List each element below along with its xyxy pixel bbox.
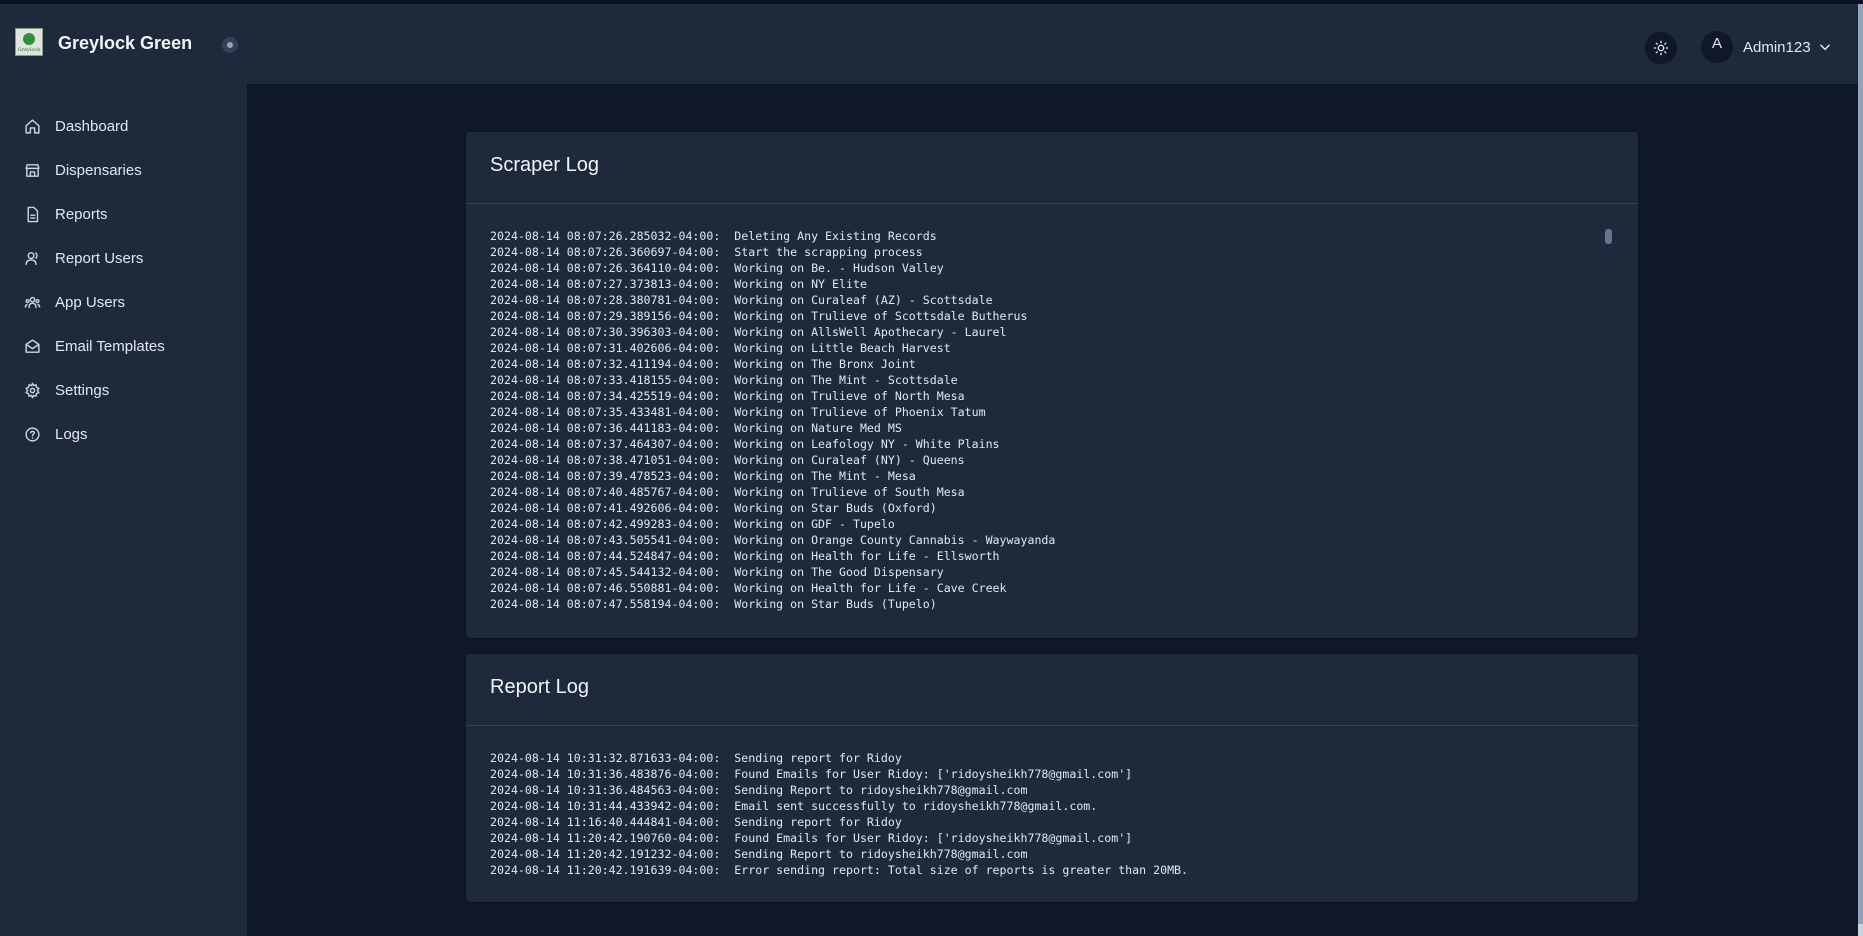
log-line: 2024-08-14 08:07:47.558194-04:00: Workin… [490,597,937,611]
log-line: 2024-08-14 08:07:28.380781-04:00: Workin… [490,293,993,307]
log-line: 2024-08-14 08:07:32.411194-04:00: Workin… [490,357,916,371]
chevron-down-icon[interactable] [1818,40,1832,54]
gear-icon [25,382,40,398]
sidebar-toggle-button[interactable] [222,37,238,53]
theme-toggle-button[interactable] [1645,32,1677,64]
toggle-dot-icon [227,42,233,48]
sun-icon [1653,40,1669,56]
log-line: 2024-08-14 08:07:26.364110-04:00: Workin… [490,261,944,275]
log-line: 2024-08-14 08:07:45.544132-04:00: Workin… [490,565,944,579]
sidebar-item-dashboard[interactable]: Dashboard [24,114,128,138]
envelope-icon [25,338,40,353]
card-divider [466,725,1638,726]
log-line: 2024-08-14 08:07:36.441183-04:00: Workin… [490,421,902,435]
user-menu-name[interactable]: Admin123 [1743,39,1811,56]
log-line: 2024-08-14 08:07:30.396303-04:00: Workin… [490,325,1007,339]
home-icon [25,118,40,134]
log-line: 2024-08-14 08:07:44.524847-04:00: Workin… [490,549,1000,563]
report-log-title: Report Log [490,676,589,698]
log-line: 2024-08-14 08:07:33.418155-04:00: Workin… [490,373,958,387]
log-line: 2024-08-14 11:20:42.191639-04:00: Error … [490,863,1189,877]
sidebar-item-label: App Users [55,293,126,311]
log-line: 2024-08-14 08:07:43.505541-04:00: Workin… [490,533,1056,547]
log-line: 2024-08-14 08:07:34.425519-04:00: Workin… [490,389,965,403]
store-icon [25,163,40,177]
scraper-log-content[interactable]: 2024-08-14 08:07:26.285032-04:00: Deleti… [490,228,1598,612]
sidebar-item-report-users[interactable]: Report Users [24,246,143,270]
log-line: 2024-08-14 11:16:40.444841-04:00: Sendin… [490,815,902,829]
document-icon [27,206,39,222]
report-log-card: Report Log 2024-08-14 10:31:32.871633-04… [466,654,1638,902]
log-line: 2024-08-14 08:07:41.492606-04:00: Workin… [490,501,937,515]
logo-mark-icon [23,33,35,45]
sidebar: Dashboard Dispensaries Reports Report Us… [0,84,247,936]
log-line: 2024-08-14 11:20:42.191232-04:00: Sendin… [490,847,1028,861]
sidebar-item-label: Email Templates [55,337,165,355]
user-avatar[interactable]: A [1701,31,1733,63]
log-line: 2024-08-14 08:07:26.360697-04:00: Start … [490,245,923,259]
sidebar-item-settings[interactable]: Settings [24,378,109,402]
log-line: 2024-08-14 10:31:44.433942-04:00: Email … [490,799,1098,813]
help-circle-icon [25,426,40,442]
card-divider [466,203,1638,204]
brand-logo[interactable]: Greylock [15,28,43,56]
report-log-content[interactable]: 2024-08-14 10:31:32.871633-04:00: Sendin… [490,750,1598,878]
log-line: 2024-08-14 08:07:29.389156-04:00: Workin… [490,309,1028,323]
log-line: 2024-08-14 08:07:26.285032-04:00: Deleti… [490,229,937,243]
log-line: 2024-08-14 08:07:27.373813-04:00: Workin… [490,277,867,291]
log-line: 2024-08-14 10:31:36.483876-04:00: Found … [490,767,1133,781]
log-line: 2024-08-14 10:31:32.871633-04:00: Sendin… [490,751,902,765]
sidebar-item-label: Logs [55,425,88,443]
log-line: 2024-08-14 10:31:36.484563-04:00: Sendin… [490,783,1028,797]
scraper-log-card: Scraper Log 2024-08-14 08:07:26.285032-0… [466,132,1638,638]
sidebar-item-logs[interactable]: Logs [24,422,88,446]
top-header: Greylock Greylock Green A Admin123 [0,4,1858,84]
log-line: 2024-08-14 08:07:42.499283-04:00: Workin… [490,517,895,531]
sidebar-item-label: Reports [55,205,108,223]
sidebar-item-reports[interactable]: Reports [24,202,108,226]
log-line: 2024-08-14 08:07:40.485767-04:00: Workin… [490,485,965,499]
log-line: 2024-08-14 08:07:37.464307-04:00: Workin… [490,437,1000,451]
scraper-log-title: Scraper Log [490,154,599,176]
users-icon [24,296,41,308]
log-scrollbar-thumb[interactable] [1605,229,1612,244]
page-scrollbar-thumb[interactable] [1858,4,1863,924]
logo-wordmark: Greylock [17,47,41,53]
user-group-icon [25,251,38,265]
sidebar-item-dispensaries[interactable]: Dispensaries [24,158,142,182]
log-line: 2024-08-14 08:07:38.471051-04:00: Workin… [490,453,965,467]
sidebar-item-label: Dispensaries [55,161,142,179]
sidebar-item-app-users[interactable]: App Users [24,290,125,314]
sidebar-item-label: Report Users [55,249,144,267]
log-line: 2024-08-14 08:07:31.402606-04:00: Workin… [490,341,951,355]
log-line: 2024-08-14 08:07:39.478523-04:00: Workin… [490,469,916,483]
brand-name: Greylock Green [58,33,193,53]
log-line: 2024-08-14 08:07:46.550881-04:00: Workin… [490,581,1007,595]
log-line: 2024-08-14 08:07:35.433481-04:00: Workin… [490,405,986,419]
sidebar-item-email-templates[interactable]: Email Templates [24,334,165,358]
sidebar-item-label: Dashboard [55,117,129,135]
log-line: 2024-08-14 11:20:42.190760-04:00: Found … [490,831,1133,845]
sidebar-item-label: Settings [55,381,110,399]
